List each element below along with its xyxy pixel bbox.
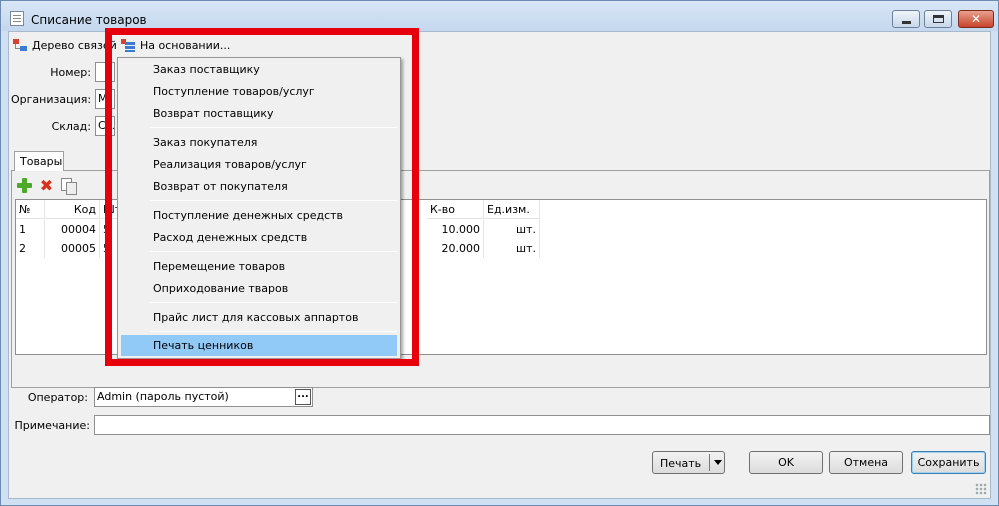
- table-cell[interactable]: 20.000: [427, 239, 484, 258]
- table-cell[interactable]: шт.: [484, 220, 540, 239]
- minimize-button[interactable]: [892, 10, 920, 28]
- operator-label: Оператор:: [27, 391, 88, 404]
- maximize-button[interactable]: [924, 10, 952, 28]
- operator-field[interactable]: Admin (пароль пустой) ...: [94, 387, 313, 407]
- cancel-button[interactable]: Отмена: [829, 451, 903, 474]
- save-button[interactable]: Сохранить: [911, 451, 986, 474]
- number-label: Номер:: [50, 66, 91, 79]
- operator-value: Admin (пароль пустой): [97, 390, 229, 403]
- table-cell[interactable]: 1: [16, 220, 45, 239]
- ok-button[interactable]: OK: [749, 451, 823, 474]
- table-cell[interactable]: 00005: [45, 239, 100, 258]
- grid-toolbar: ✖: [17, 178, 77, 195]
- relations-tree-button[interactable]: Дерево связей: [13, 38, 117, 52]
- close-icon: ✕: [970, 12, 982, 26]
- column-header[interactable]: Код: [45, 200, 100, 219]
- note-field[interactable]: [94, 415, 990, 435]
- window-title: Списание товаров: [31, 13, 147, 27]
- organization-label: Организация:: [11, 93, 92, 106]
- print-button[interactable]: Печать: [652, 451, 725, 474]
- table-cell[interactable]: 2: [16, 239, 45, 258]
- maximize-icon: [932, 15, 944, 23]
- minimize-icon: [901, 20, 911, 24]
- copy-row-icon[interactable]: [61, 178, 77, 195]
- column-header[interactable]: К-во: [427, 200, 484, 219]
- delete-row-icon[interactable]: ✖: [39, 178, 54, 194]
- warehouse-label: Склад:: [51, 120, 91, 133]
- add-row-icon[interactable]: [17, 178, 32, 193]
- resize-grip-icon[interactable]: [975, 483, 987, 495]
- column-header[interactable]: №: [16, 200, 45, 219]
- table-cell[interactable]: 00004: [45, 220, 100, 239]
- title-bar: Списание товаров ✕: [1, 1, 998, 31]
- table-cell[interactable]: 10.000: [427, 220, 484, 239]
- operator-select-button[interactable]: ...: [295, 389, 311, 405]
- print-label: Печать: [660, 457, 702, 470]
- tab-goods[interactable]: Товары: [14, 151, 64, 171]
- note-label: Примечание:: [14, 419, 90, 432]
- close-button[interactable]: ✕: [958, 10, 994, 28]
- chevron-down-icon[interactable]: [714, 460, 722, 465]
- document-icon: [10, 11, 24, 26]
- table-cell[interactable]: шт.: [484, 239, 540, 258]
- tree-icon: [13, 38, 27, 52]
- annotation-highlight-frame: [105, 28, 419, 366]
- column-header[interactable]: Ед.изм.: [484, 200, 540, 219]
- split-separator: [709, 454, 710, 471]
